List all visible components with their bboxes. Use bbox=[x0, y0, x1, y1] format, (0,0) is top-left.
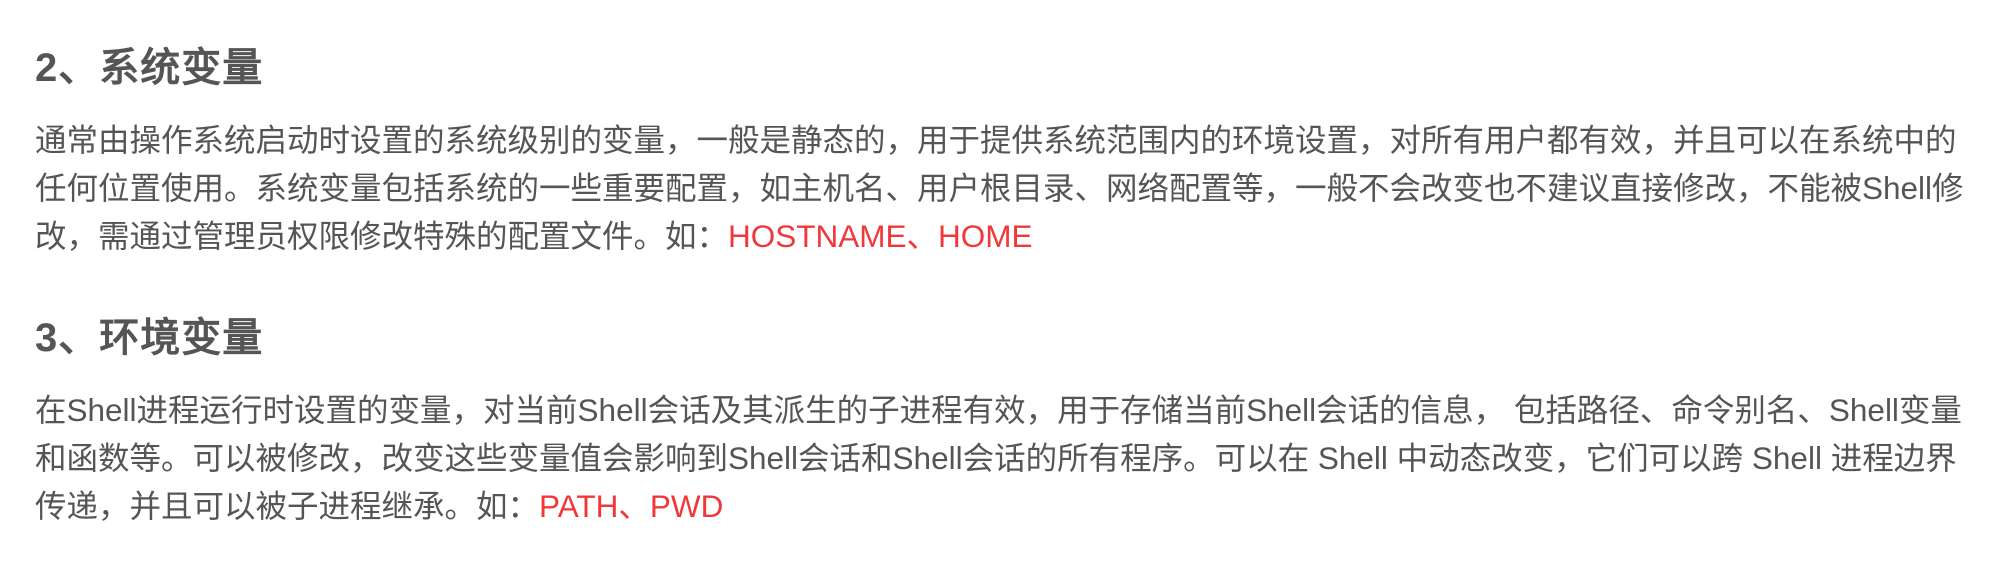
section-heading: 3、环境变量 bbox=[35, 316, 264, 360]
section-paragraph: 通常由操作系统启动时设置的系统级别的变量，一般是静态的，用于提供系统范围内的环境… bbox=[35, 116, 1980, 260]
paragraph-text: 在Shell进程运行时设置的变量，对当前Shell会话及其派生的子进程有效，用于… bbox=[35, 392, 1962, 524]
section-paragraph: 在Shell进程运行时设置的变量，对当前Shell会话及其派生的子进程有效，用于… bbox=[35, 386, 1980, 530]
highlighted-example: HOSTNAME、HOME bbox=[728, 218, 1033, 254]
section-heading: 2、系统变量 bbox=[35, 46, 264, 90]
highlighted-example: PATH、PWD bbox=[539, 488, 724, 524]
